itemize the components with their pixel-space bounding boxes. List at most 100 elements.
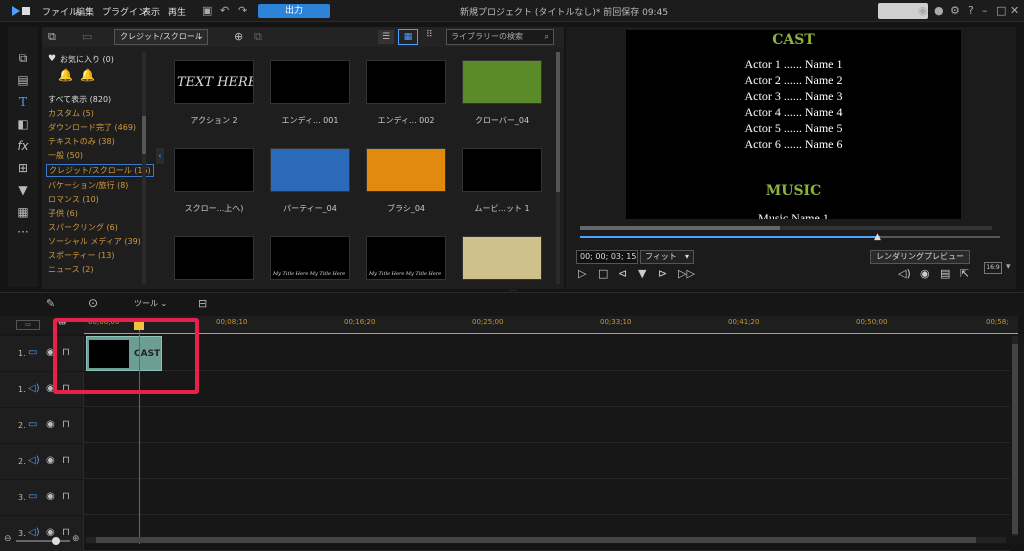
timeline-horizontal-scrollbar-thumb[interactable]: [96, 537, 976, 543]
media-room-icon[interactable]: ⧉: [14, 49, 32, 67]
template-thumbnail[interactable]: [270, 148, 350, 192]
help-icon[interactable]: ?: [968, 4, 974, 17]
track-manager-icon[interactable]: ▭: [16, 320, 40, 330]
template-thumbnail[interactable]: My Title Here My Title Here: [270, 236, 350, 280]
template-thumbnail[interactable]: [174, 236, 254, 280]
subtitle-toggle-icon[interactable]: ▤: [940, 267, 950, 280]
playback-slider-handle[interactable]: ▲: [874, 232, 881, 242]
library-search-input[interactable]: ライブラリーの検索 ⌕: [446, 29, 554, 45]
template-thumbnail[interactable]: [462, 148, 542, 192]
title-room-icon[interactable]: T: [14, 93, 32, 111]
pip-room-icon[interactable]: ⊞: [14, 159, 32, 177]
category-item[interactable]: バケーション/旅行 (8): [48, 180, 128, 191]
category-item[interactable]: ダウンロード完了 (469): [48, 122, 136, 133]
category-item[interactable]: スパークリング (6): [48, 222, 118, 233]
template-thumbnail[interactable]: [462, 60, 542, 104]
favorites-category[interactable]: お気に入り (0): [60, 54, 114, 65]
tools-menu[interactable]: ツール ⌄: [134, 298, 167, 309]
next-frame-icon[interactable]: ⊳: [658, 267, 667, 280]
redo-icon[interactable]: ↷: [238, 4, 247, 17]
menu-file[interactable]: ファイル: [42, 5, 78, 18]
track-row[interactable]: 3. ▭ ◉ ⊓: [0, 480, 1010, 515]
zoom-handle[interactable]: [52, 537, 60, 545]
zoom-out-icon[interactable]: ⊖: [4, 534, 12, 544]
category-item[interactable]: 子供 (6): [48, 208, 78, 219]
menu-play[interactable]: 再生: [168, 5, 186, 18]
edit-title-icon[interactable]: ⧉: [254, 30, 262, 44]
template-thumbnail[interactable]: [366, 148, 446, 192]
track-row[interactable]: 3. ◁) ◉ ⊓: [0, 516, 1010, 551]
menu-plugins[interactable]: プラグイン: [102, 5, 147, 18]
panel-resize-handle[interactable]: ····: [510, 288, 518, 295]
template-thumbnail[interactable]: [270, 60, 350, 104]
track-lock-icon[interactable]: ⊓: [62, 455, 70, 466]
track-visibility-icon[interactable]: ◉: [46, 491, 55, 502]
draw-icon[interactable]: ✎: [46, 297, 55, 310]
effect-room-icon[interactable]: fx: [14, 137, 32, 155]
zoom-in-icon[interactable]: ⊕: [72, 534, 80, 544]
split-icon[interactable]: ▼: [638, 267, 646, 280]
fast-forward-icon[interactable]: ▷▷: [678, 267, 695, 280]
timeline-zoom-slider[interactable]: ⊖ ⊕: [4, 534, 82, 546]
category-item[interactable]: クレジット/スクロール (15): [46, 164, 154, 177]
timeline-vertical-scrollbar-thumb[interactable]: [1012, 344, 1018, 534]
notification-icon[interactable]: ●: [934, 4, 944, 17]
settings-gear-icon[interactable]: ⚙: [950, 4, 960, 17]
track-visibility-icon[interactable]: ◉: [46, 419, 55, 430]
print-icon[interactable]: ▭: [82, 30, 92, 43]
thumbnail-size-icon[interactable]: ⠿: [426, 30, 433, 40]
category-item[interactable]: テキストのみ (38): [48, 136, 115, 147]
template-thumbnail[interactable]: [462, 236, 542, 280]
category-item[interactable]: ニュース (2): [48, 264, 93, 275]
track-visibility-icon[interactable]: ◉: [46, 455, 55, 466]
save-icon[interactable]: ▣: [202, 4, 212, 17]
category-scrollbar[interactable]: [142, 52, 146, 284]
play-icon[interactable]: ▷: [578, 267, 586, 280]
preview-screen[interactable]: CAST Actor 1 ...... Name 1 Actor 2 ......…: [626, 30, 961, 219]
menu-view[interactable]: 表示: [142, 5, 160, 18]
track-row[interactable]: 2. ▭ ◉ ⊓: [0, 408, 1010, 443]
profile-icon[interactable]: ◉: [918, 4, 928, 17]
playback-progress[interactable]: [580, 236, 880, 238]
bell-remove-icon[interactable]: 🔔: [80, 68, 95, 82]
aspect-dropdown-icon[interactable]: ▾: [1006, 262, 1011, 272]
collapse-panel-button[interactable]: ‹: [156, 148, 164, 164]
template-thumbnail[interactable]: [366, 60, 446, 104]
category-dropdown[interactable]: クレジット/スクロール ⌄: [114, 29, 208, 45]
modify-icon[interactable]: ⊙: [88, 296, 98, 310]
zoom-fit-dropdown[interactable]: フィット ▾: [640, 250, 694, 264]
import-icon[interactable]: ⧉: [48, 30, 56, 44]
template-thumbnail[interactable]: My Title Here My Title Here: [366, 236, 446, 280]
close-icon[interactable]: ✕: [1010, 4, 1019, 17]
menu-edit[interactable]: 編集: [76, 5, 94, 18]
category-item[interactable]: スポーティー (13): [48, 250, 114, 261]
aspect-ratio-button[interactable]: 16:9: [984, 262, 1002, 274]
fx-room-icon[interactable]: ▤: [14, 71, 32, 89]
new-title-icon[interactable]: ⊕: [234, 30, 243, 43]
category-item[interactable]: ロマンス (10): [48, 194, 99, 205]
template-thumbnail[interactable]: TEXT HERE: [174, 60, 254, 104]
volume-icon[interactable]: ◁): [898, 267, 911, 280]
chapter-icon[interactable]: ⊟: [198, 297, 207, 310]
template-thumbnail[interactable]: [174, 148, 254, 192]
stop-icon[interactable]: □: [598, 267, 608, 280]
transition-room-icon[interactable]: ◧: [14, 115, 32, 133]
grid-view-icon[interactable]: ▦: [398, 29, 418, 45]
subtitle-room-icon[interactable]: ▦: [14, 203, 32, 221]
list-view-icon[interactable]: ☰: [378, 30, 394, 44]
category-scrollbar-thumb[interactable]: [142, 116, 146, 154]
category-item[interactable]: カスタム (5): [48, 108, 94, 119]
render-preview-button[interactable]: レンダリングプレビュー: [870, 250, 970, 264]
preview-scrollbar-thumb[interactable]: [580, 226, 780, 230]
particle-room-icon[interactable]: ▼: [14, 181, 32, 199]
maximize-icon[interactable]: □: [996, 4, 1006, 17]
track-lock-icon[interactable]: ⊓: [62, 419, 70, 430]
minimize-icon[interactable]: –: [982, 4, 988, 17]
timecode-field[interactable]: 00; 00; 03; 15: [576, 250, 638, 264]
export-button[interactable]: 出力: [258, 4, 330, 18]
more-icon[interactable]: ···: [14, 223, 32, 241]
track-lock-icon[interactable]: ⊓: [62, 491, 70, 502]
undock-icon[interactable]: ⇱: [960, 267, 969, 280]
library-scrollbar-thumb[interactable]: [556, 52, 560, 192]
snapshot-icon[interactable]: ◉: [920, 267, 930, 280]
